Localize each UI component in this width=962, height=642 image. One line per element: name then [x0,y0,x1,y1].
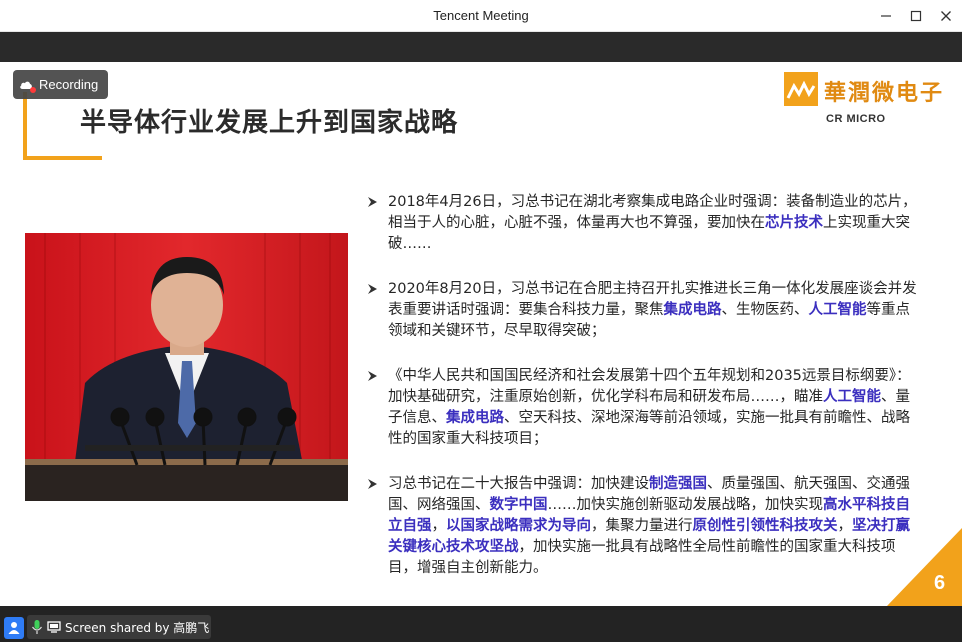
participant-button[interactable] [4,617,24,639]
cloud-record-icon [19,79,36,93]
arrow-bullet-icon [368,197,377,207]
maximize-button[interactable] [904,6,928,26]
highlighted-text: 集成电路 [446,410,504,426]
person-icon [8,622,20,634]
microphone-icon[interactable] [31,619,43,635]
bullet-text-segment: ， [431,518,447,534]
bullet-text-segment: ……加快实施创新驱动发展战略，加快实现 [547,497,824,513]
minimize-icon [881,15,891,17]
screen-share-icon [47,621,61,633]
bullet-item: 《中华人民共和国国民经济和社会发展第十四个五年规划和2035远景目标纲要》：加快… [366,366,922,450]
logo-english-name: CR MICRO [826,113,886,125]
highlighted-text: 集成电路 [663,302,722,318]
page-number: 6 [934,572,946,594]
arrow-bullet-icon [368,371,377,381]
speaker-photo [25,233,348,501]
bullet-text-segment: 习总书记在二十大报告中强调：加快建设 [388,476,649,492]
highlighted-text: 以国家战略需求为导向 [446,518,591,534]
maximize-icon [910,10,922,22]
arrow-bullet-icon [368,479,377,489]
screen-share-status: Screen shared by 高鹏飞 [27,615,211,639]
highlighted-text: 人工智能 [808,302,867,318]
window-titlebar: Tencent Meeting [0,0,962,32]
close-icon [941,11,951,21]
close-button[interactable] [934,6,958,26]
bullet-text: 习总书记在二十大报告中强调：加快建设制造强国、质量强国、航天强国、交通强国、网络… [388,476,910,576]
bullet-text-segment: ， [837,518,853,534]
highlighted-text: 芯片技术 [765,215,823,231]
bullet-text-segment: ，集聚力量进行 [591,518,693,534]
recording-indicator[interactable]: Recording [13,70,108,99]
slide-title: 半导体行业发展上升到国家战略 [80,108,459,138]
minimize-button[interactable] [874,6,898,26]
logo-chinese-name: 華潤微电子 [824,80,945,106]
arrow-bullet-icon [368,284,377,294]
highlighted-text: 原创性引领性科技攻关 [692,518,838,534]
logo-mark [784,72,818,106]
window-title: Tencent Meeting [433,8,529,23]
bullet-item: 习总书记在二十大报告中强调：加快建设制造强国、质量强国、航天强国、交通强国、网络… [366,474,922,579]
recording-label: Recording [39,77,99,92]
bullet-list: 2018年4月26日，习总书记在湖北考察集成电路企业时强调：装备制造业的芯片，相… [366,192,922,603]
highlighted-text: 制造强国 [649,476,707,492]
highlighted-text: 数字中国 [489,497,548,513]
company-logo: 華潤微电子 CR MICRO [784,72,942,128]
bullet-text-segment: 、生物医药、 [721,302,809,318]
bullet-text: 2020年8月20日，习总书记在合肥主持召开扎实推进长三角一体化发展座谈会并发表… [388,281,917,339]
bullet-text: 2018年4月26日，习总书记在湖北考察集成电路企业时强调：装备制造业的芯片，相… [388,194,917,252]
bullet-item: 2020年8月20日，习总书记在合肥主持召开扎实推进长三角一体化发展座谈会并发表… [366,279,922,342]
bullet-item: 2018年4月26日，习总书记在湖北考察集成电路企业时强调：装备制造业的芯片，相… [366,192,922,255]
highlighted-text: 人工智能 [823,389,881,405]
meeting-top-toolbar [0,32,962,62]
screen-share-label: Screen shared by 高鹏飞 [65,620,210,635]
page-number-corner [887,528,962,606]
bullet-text: 《中华人民共和国国民经济和社会发展第十四个五年规划和2035远景目标纲要》：加快… [388,368,911,447]
